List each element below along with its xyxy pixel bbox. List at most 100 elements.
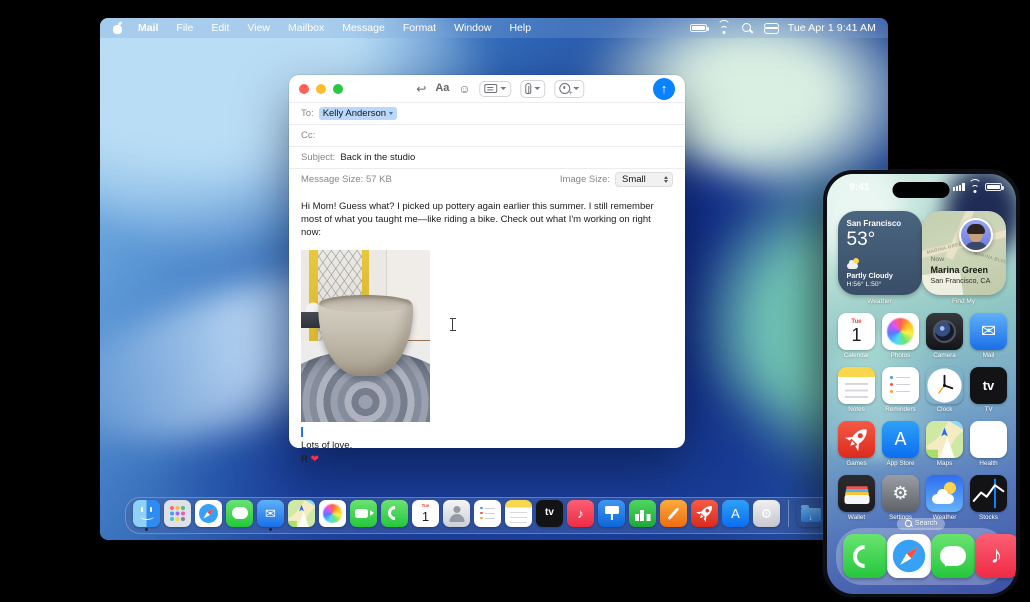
dock-item-notes[interactable] — [505, 499, 532, 532]
dock-item-appstore[interactable]: A — [722, 499, 749, 532]
app-notes[interactable]: Notes — [835, 366, 879, 413]
findmy-place: Marina Green — [930, 264, 989, 275]
tv-icon: tv — [536, 499, 563, 527]
dock-item-maps[interactable] — [288, 499, 315, 532]
dock-item-mail[interactable]: ✉ — [257, 499, 284, 532]
running-indicator-off — [703, 528, 706, 531]
app-calendar[interactable]: Tue 1 Calendar — [835, 312, 879, 359]
dock-item-tv[interactable]: tv — [536, 499, 563, 532]
weather-hi-lo: H:56° L:50° — [846, 281, 882, 288]
zoom-button[interactable] — [333, 83, 343, 94]
pages-icon — [660, 499, 687, 527]
format-button[interactable]: Aa — [435, 83, 449, 94]
menu-item-window[interactable]: Window — [445, 22, 500, 34]
battery-icon — [984, 183, 1004, 191]
battery-icon[interactable] — [689, 24, 709, 32]
control-center-icon[interactable] — [763, 22, 779, 34]
dock-item-messages[interactable] — [226, 499, 253, 532]
menu-bar-clock[interactable]: Tue Apr 1 9:41 AM — [788, 22, 876, 34]
app-health[interactable]: ♥ Health — [967, 420, 1011, 467]
appstore-icon: A — [722, 499, 749, 527]
menu-item-mailbox[interactable]: Mailbox — [279, 22, 333, 34]
app-camera[interactable]: Camera — [923, 312, 967, 359]
camera-icon — [926, 312, 963, 350]
messages-icon — [226, 499, 253, 527]
header-fields-button[interactable] — [479, 80, 512, 97]
app-maps[interactable]: Maps — [923, 420, 967, 467]
findmy-city: San Francisco, CA — [930, 275, 991, 285]
app-photos[interactable]: Photos — [879, 312, 923, 359]
menu-item-file[interactable]: File — [167, 22, 202, 34]
dock-app-messages[interactable] — [930, 534, 975, 578]
apple-menu-icon[interactable] — [112, 22, 123, 34]
to-field[interactable]: To: Kelly Anderson — [289, 102, 685, 124]
chevron-down-icon — [534, 87, 541, 90]
menu-item-edit[interactable]: Edit — [202, 22, 238, 34]
dock-item-safari[interactable] — [195, 499, 222, 532]
dock-item-contacts[interactable] — [443, 499, 470, 532]
dock-item-finder[interactable] — [133, 499, 160, 532]
dock-app-music[interactable]: ♪ — [974, 534, 1016, 578]
games-icon — [838, 420, 875, 458]
dock-item-keynote[interactable] — [598, 499, 625, 532]
message-body[interactable]: Hi Mom! Guess what? I picked up pottery … — [289, 190, 685, 467]
emoji-button[interactable]: ☺ — [458, 83, 470, 95]
dock-item-facetime[interactable] — [350, 499, 377, 532]
dock-app-phone[interactable] — [842, 534, 887, 578]
insert-photo-button[interactable] — [554, 79, 585, 98]
findmy-widget[interactable]: MARINA GREEN DR MARINA BLVD Now Marina G… — [921, 210, 1006, 295]
music-icon: ♪ — [974, 534, 1016, 578]
to-label: To: — [301, 108, 314, 119]
image-size-select[interactable]: Small — [615, 172, 673, 187]
dock-item-pages[interactable] — [660, 499, 687, 532]
dock-item-games[interactable] — [691, 499, 718, 532]
menu-item-mail[interactable]: Mail — [129, 22, 167, 34]
app-tv[interactable]: tv TV — [967, 366, 1011, 413]
street-label: MARINA BLVD — [972, 249, 1006, 265]
weather-widget[interactable]: San Francisco 53° Partly Cloudy H:56° L:… — [837, 210, 922, 295]
chevron-down-icon — [500, 87, 507, 90]
dock-item-reminders[interactable] — [474, 499, 501, 532]
weather-temp: 53° — [846, 228, 876, 250]
menu-item-message[interactable]: Message — [333, 22, 394, 34]
cc-field[interactable]: Cc: — [289, 124, 685, 146]
dock-item-photos[interactable] — [319, 499, 346, 532]
app-appstore[interactable]: A App Store — [879, 420, 923, 467]
downloads-icon: ↓ — [797, 500, 824, 527]
menu-item-format[interactable]: Format — [394, 22, 445, 34]
app-label: Calendar — [843, 351, 870, 359]
app-reminders[interactable]: Reminders — [879, 366, 923, 413]
music-icon: ♪ — [567, 499, 594, 527]
close-button[interactable] — [299, 83, 309, 94]
undo-button[interactable]: ↩ — [416, 83, 426, 95]
attach-file-button[interactable] — [520, 79, 546, 98]
dock-item-numbers[interactable] — [629, 499, 656, 532]
dock-item-settings[interactable]: ⚙ — [753, 499, 780, 532]
app-wallet[interactable]: Wallet — [835, 474, 879, 521]
recipient-pill[interactable]: Kelly Anderson — [318, 107, 398, 120]
memoji-avatar — [958, 217, 993, 252]
dock-item-music[interactable]: ♪ — [567, 499, 594, 532]
dock-app-safari[interactable] — [886, 534, 931, 578]
app-mail[interactable]: ✉ Mail — [967, 312, 1011, 359]
running-indicator-off — [765, 528, 768, 531]
app-stocks[interactable]: Stocks — [967, 474, 1011, 521]
send-button[interactable]: ↑ — [653, 78, 675, 100]
menu-item-view[interactable]: View — [238, 22, 279, 34]
spotlight-search-icon[interactable] — [741, 22, 753, 34]
dock-item-calendar[interactable]: Tue 1 — [412, 499, 439, 532]
app-weather[interactable]: Weather — [923, 474, 967, 521]
dock-item-launchpad[interactable] — [164, 499, 191, 532]
wifi-icon[interactable] — [717, 19, 731, 34]
subject-field[interactable]: Subject: Back in the studio — [289, 146, 685, 168]
app-games[interactable]: Games — [835, 420, 879, 467]
minimize-button[interactable] — [316, 83, 326, 94]
menu-item-help[interactable]: Help — [500, 22, 540, 34]
subject-value: Back in the studio — [340, 152, 416, 163]
dock-item-phone[interactable] — [381, 499, 408, 532]
app-clock[interactable]: Clock — [923, 367, 967, 413]
pottery-photo[interactable] — [301, 250, 430, 423]
dock-item-downloads[interactable]: ↓ — [797, 500, 824, 532]
app-settings[interactable]: ⚙ Settings — [879, 474, 923, 521]
dock-divider — [788, 500, 789, 527]
